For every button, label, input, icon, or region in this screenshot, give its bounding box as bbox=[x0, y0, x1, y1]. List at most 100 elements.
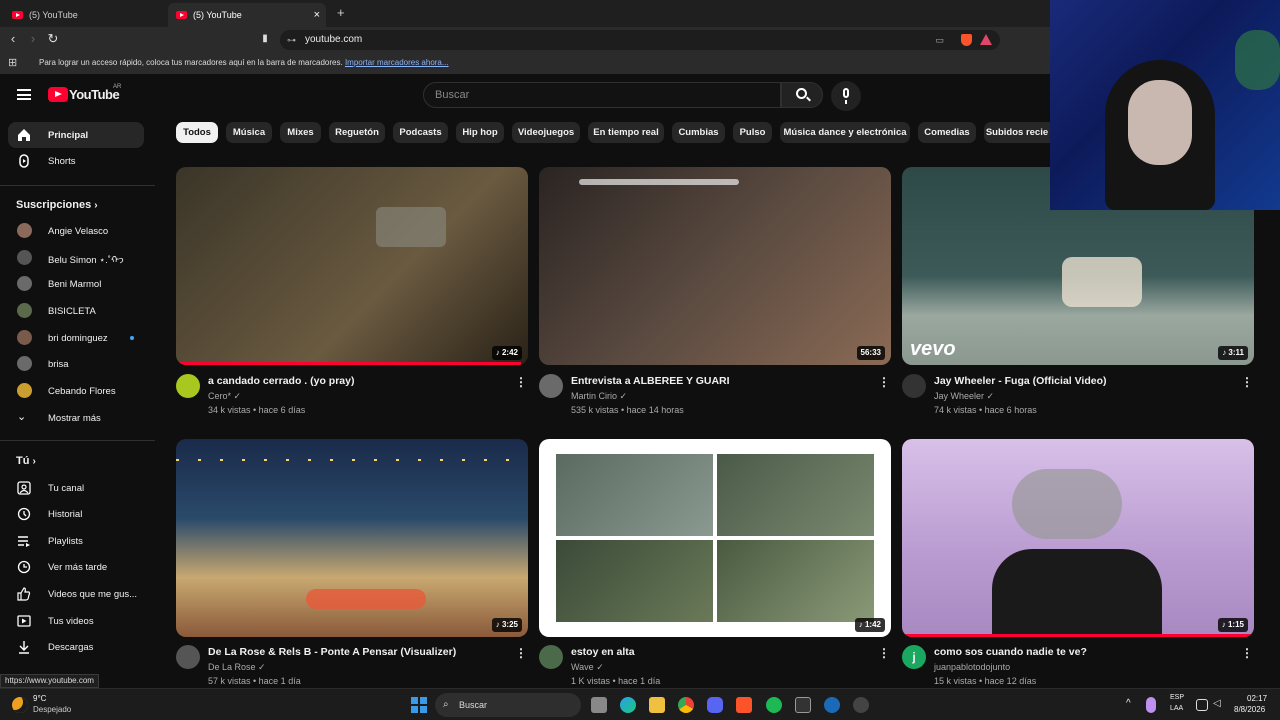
more-options-icon[interactable]: ⋮ bbox=[1241, 646, 1253, 660]
language-layout[interactable]: LAA bbox=[1170, 705, 1183, 712]
steam-icon[interactable] bbox=[824, 697, 840, 713]
chrome-icon[interactable] bbox=[678, 697, 694, 713]
subscription-item[interactable]: brisa bbox=[8, 351, 144, 377]
bookmark-icon[interactable]: ▮ bbox=[257, 31, 273, 47]
taskbar-search[interactable]: ⌕ Buscar bbox=[435, 693, 581, 717]
chip[interactable]: Pulso bbox=[733, 122, 772, 143]
obs-icon[interactable] bbox=[853, 697, 869, 713]
new-tab-button[interactable]: + bbox=[337, 5, 345, 20]
more-options-icon[interactable]: ⋮ bbox=[878, 375, 890, 389]
video-thumbnail[interactable]: 56:33 bbox=[539, 167, 891, 365]
discord-icon[interactable] bbox=[707, 697, 723, 713]
edge-icon[interactable] bbox=[620, 697, 636, 713]
network-icon[interactable] bbox=[1196, 699, 1208, 711]
chip[interactable]: Comedias bbox=[918, 122, 976, 143]
menu-icon[interactable] bbox=[17, 89, 31, 100]
more-options-icon[interactable]: ⋮ bbox=[515, 646, 527, 660]
search-input[interactable]: Buscar bbox=[423, 82, 781, 108]
chip[interactable]: Subidos recie bbox=[984, 122, 1050, 143]
brave-rewards-icon[interactable] bbox=[980, 34, 992, 45]
chip[interactable]: Podcasts bbox=[393, 122, 448, 143]
channel-avatar[interactable] bbox=[539, 374, 563, 398]
chip[interactable]: Música dance y electrónica bbox=[780, 122, 910, 143]
chip[interactable]: Cumbias bbox=[672, 122, 725, 143]
sidebar-item-tus-videos[interactable]: Tus videos bbox=[8, 608, 144, 634]
weather-moon-icon[interactable] bbox=[12, 697, 28, 713]
task-view-icon[interactable] bbox=[591, 697, 607, 713]
channel-avatar[interactable] bbox=[539, 645, 563, 669]
chip[interactable]: Videojuegos bbox=[512, 122, 580, 143]
volume-icon[interactable]: ◁ bbox=[1213, 698, 1225, 710]
brave-icon[interactable] bbox=[736, 697, 752, 713]
channel-name[interactable]: De La Rose ✓ bbox=[208, 662, 266, 673]
chip[interactable]: Música bbox=[226, 122, 272, 143]
file-explorer-icon[interactable] bbox=[649, 697, 665, 713]
sidebar-item-descargas[interactable]: Descargas bbox=[8, 634, 144, 660]
you-heading[interactable]: Tú › bbox=[16, 455, 36, 467]
apps-grid-icon[interactable]: ⊞ bbox=[8, 52, 17, 74]
video-title[interactable]: como sos cuando nadie te ve? bbox=[934, 646, 1087, 658]
channel-name[interactable]: juanpablotodojunto bbox=[934, 662, 1010, 672]
channel-avatar[interactable] bbox=[902, 374, 926, 398]
chip[interactable]: Reguetón bbox=[329, 122, 385, 143]
more-options-icon[interactable]: ⋮ bbox=[878, 646, 890, 660]
video-thumbnail[interactable]: ♪ 1:15 bbox=[902, 439, 1254, 637]
sidebar-item-ver-mas-tarde[interactable]: Ver más tarde bbox=[8, 554, 144, 580]
language-code[interactable]: ESP bbox=[1170, 694, 1184, 701]
video-thumbnail[interactable]: ♪ 3:25 bbox=[176, 439, 528, 637]
cast-icon[interactable]: ▭ bbox=[935, 30, 944, 50]
forward-icon[interactable]: › bbox=[25, 31, 41, 47]
channel-name[interactable]: Wave ✓ bbox=[571, 662, 604, 673]
more-options-icon[interactable]: ⋮ bbox=[1241, 375, 1253, 389]
browser-tab[interactable]: (5) YouTube bbox=[4, 3, 164, 27]
subscription-item[interactable]: Beni Marmol bbox=[8, 271, 144, 297]
voice-search-button[interactable] bbox=[831, 81, 861, 111]
microphone-icon[interactable] bbox=[1146, 697, 1156, 713]
subscription-item[interactable]: Cebando Flores bbox=[8, 378, 144, 404]
youtube-logo-text[interactable]: YouTube bbox=[69, 87, 120, 102]
windows-start-icon[interactable] bbox=[411, 697, 427, 713]
channel-name[interactable]: Jay Wheeler ✓ bbox=[934, 391, 994, 402]
import-bookmarks-link[interactable]: Importar marcadores ahora... bbox=[345, 58, 449, 67]
subscription-item[interactable]: bri dominguez bbox=[8, 325, 144, 351]
search-button[interactable] bbox=[781, 82, 823, 108]
epic-games-icon[interactable] bbox=[795, 697, 811, 713]
sidebar-item-principal[interactable]: Principal bbox=[8, 122, 144, 148]
clock-time[interactable]: 02:17 bbox=[1247, 694, 1267, 703]
close-tab-icon[interactable]: × bbox=[314, 9, 320, 21]
channel-avatar[interactable]: j bbox=[902, 645, 926, 669]
video-title[interactable]: a candado cerrado . (yo pray) bbox=[208, 375, 354, 387]
chip-todos[interactable]: Todos bbox=[176, 122, 218, 143]
subscription-item[interactable]: BISICLETA bbox=[8, 298, 144, 324]
sidebar-item-historial[interactable]: Historial bbox=[8, 501, 144, 527]
chip[interactable]: Mixes bbox=[280, 122, 321, 143]
clock-date[interactable]: 8/8/2026 bbox=[1234, 705, 1265, 714]
browser-tab-active[interactable]: (5) YouTube × bbox=[168, 3, 326, 27]
channel-name[interactable]: Cero* ✓ bbox=[208, 391, 241, 402]
video-title[interactable]: Jay Wheeler - Fuga (Official Video) bbox=[934, 375, 1107, 387]
video-title[interactable]: Entrevista a ALBEREE Y GUARI bbox=[571, 375, 730, 387]
video-title[interactable]: estoy en alta bbox=[571, 646, 635, 658]
show-more-button[interactable]: ⌄ Mostrar más bbox=[8, 405, 144, 431]
video-thumbnail[interactable]: ♪ 2:42 bbox=[176, 167, 528, 365]
channel-avatar[interactable] bbox=[176, 645, 200, 669]
spotify-icon[interactable] bbox=[766, 697, 782, 713]
sidebar-item-liked[interactable]: Videos que me gus... bbox=[8, 581, 144, 607]
chip[interactable]: En tiempo real bbox=[588, 122, 664, 143]
subscription-item[interactable]: Angie Velasco bbox=[8, 218, 144, 244]
subscription-item[interactable]: Belu Simon ⋆.˚ᡣ𐭩 bbox=[8, 245, 144, 271]
back-icon[interactable]: ‹ bbox=[5, 31, 21, 47]
video-title[interactable]: De La Rose & Rels B - Ponte A Pensar (Vi… bbox=[208, 646, 456, 658]
chip[interactable]: Hip hop bbox=[456, 122, 504, 143]
address-bar[interactable]: ⊶ youtube.com ▭ bbox=[280, 30, 1000, 50]
sidebar-item-playlists[interactable]: Playlists bbox=[8, 528, 144, 554]
brave-shield-icon[interactable] bbox=[961, 34, 972, 46]
channel-avatar[interactable] bbox=[176, 374, 200, 398]
video-thumbnail[interactable]: ♪ 1:42 bbox=[539, 439, 891, 637]
youtube-logo-icon[interactable] bbox=[48, 87, 68, 102]
sidebar-item-tu-canal[interactable]: Tu canal bbox=[8, 475, 144, 501]
more-options-icon[interactable]: ⋮ bbox=[515, 375, 527, 389]
channel-name[interactable]: Martin Cirio ✓ bbox=[571, 391, 627, 402]
sidebar-item-shorts[interactable]: Shorts bbox=[8, 148, 144, 174]
reload-icon[interactable]: ↻ bbox=[45, 31, 61, 47]
